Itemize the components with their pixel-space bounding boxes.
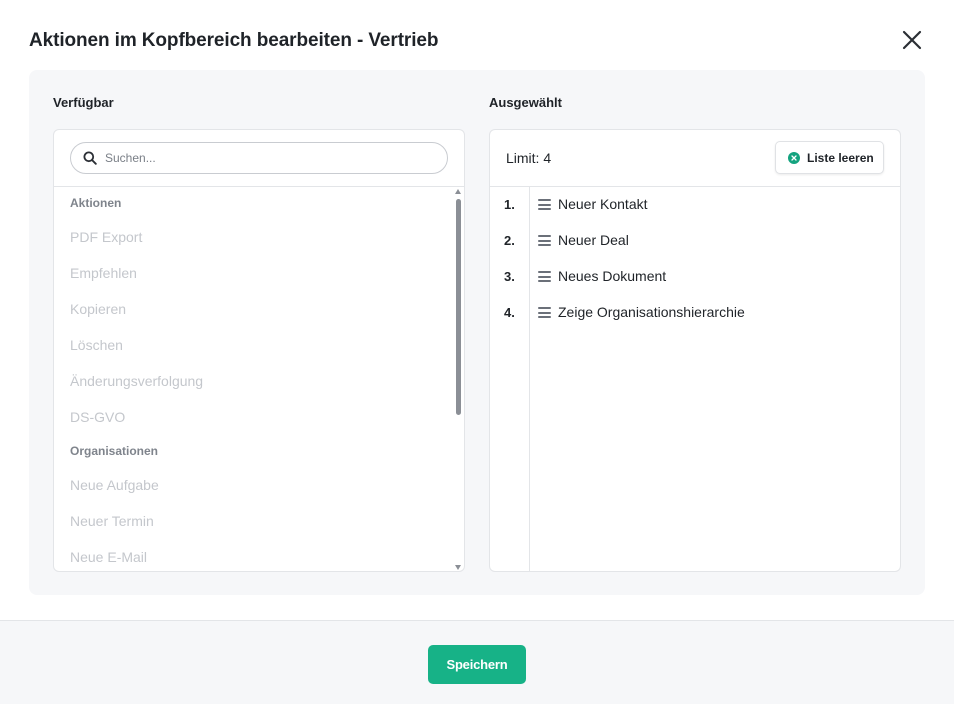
drag-handle-icon[interactable] bbox=[538, 235, 551, 246]
clear-list-button[interactable]: Liste leeren bbox=[775, 141, 884, 174]
search-input[interactable] bbox=[105, 151, 425, 165]
available-item-neuer-termin[interactable]: Neuer Termin bbox=[54, 503, 452, 539]
limit-text: Limit: 4 bbox=[506, 150, 552, 166]
selected-item[interactable]: 3. Neues Dokument bbox=[490, 259, 900, 295]
available-list: Aktionen PDF Export Empfehlen Kopieren L… bbox=[54, 187, 452, 571]
group-header-organisationen: Organisationen bbox=[70, 444, 159, 458]
dialog: Aktionen im Kopfbereich bearbeiten - Ver… bbox=[0, 0, 954, 704]
dialog-footer: Speichern bbox=[0, 620, 954, 704]
clear-icon bbox=[788, 151, 800, 164]
scrollbar-thumb[interactable] bbox=[456, 199, 461, 415]
clear-list-label: Liste leeren bbox=[807, 150, 874, 165]
selected-item-number: 4. bbox=[504, 305, 515, 320]
selected-item[interactable]: 1. Neuer Kontakt bbox=[490, 187, 900, 223]
selected-panel: Limit: 4 Liste leeren 1. Neuer Kontakt 2… bbox=[489, 129, 901, 572]
selected-label: Ausgewählt bbox=[489, 95, 562, 110]
search-icon bbox=[83, 151, 97, 165]
selected-item[interactable]: 4. Zeige Organisationshierarchie bbox=[490, 295, 900, 331]
selected-item-label: Neuer Kontakt bbox=[558, 196, 648, 212]
available-item-ds-gvo[interactable]: DS-GVO bbox=[54, 399, 452, 435]
selected-item-number: 2. bbox=[504, 233, 515, 248]
available-item-kopieren[interactable]: Kopieren bbox=[54, 291, 452, 327]
available-item-neue-aufgabe[interactable]: Neue Aufgabe bbox=[54, 467, 452, 503]
dialog-title: Aktionen im Kopfbereich bearbeiten - Ver… bbox=[29, 30, 439, 51]
available-item-pdf-export[interactable]: PDF Export bbox=[54, 219, 452, 255]
drag-handle-icon[interactable] bbox=[538, 199, 551, 210]
available-item-loeschen[interactable]: Löschen bbox=[54, 327, 452, 363]
search-field[interactable] bbox=[70, 142, 448, 174]
selected-item-label: Neuer Deal bbox=[558, 232, 629, 248]
selected-item-label: Neues Dokument bbox=[558, 268, 667, 284]
drag-handle-icon[interactable] bbox=[538, 307, 551, 318]
selected-item-number: 1. bbox=[504, 197, 515, 212]
available-item-neue-email[interactable]: Neue E-Mail bbox=[54, 539, 452, 571]
close-button[interactable] bbox=[898, 26, 926, 54]
scrollbar[interactable] bbox=[453, 187, 464, 571]
content-area: Verfügbar Ausgewählt Aktionen PDF Export… bbox=[29, 70, 925, 595]
selected-list: 1. Neuer Kontakt 2. Neuer Deal 3. Neues … bbox=[490, 187, 900, 331]
scroll-down-arrow-icon[interactable] bbox=[455, 565, 461, 570]
selected-item[interactable]: 2. Neuer Deal bbox=[490, 223, 900, 259]
drag-handle-icon[interactable] bbox=[538, 271, 551, 282]
available-panel: Aktionen PDF Export Empfehlen Kopieren L… bbox=[53, 129, 465, 572]
available-item-aenderungsverfolgung[interactable]: Änderungsverfolgung bbox=[54, 363, 452, 399]
scroll-up-arrow-icon[interactable] bbox=[455, 189, 461, 194]
selected-item-number: 3. bbox=[504, 269, 515, 284]
available-label: Verfügbar bbox=[53, 95, 114, 110]
close-icon bbox=[902, 30, 922, 50]
group-header-aktionen: Aktionen bbox=[70, 196, 122, 210]
available-item-empfehlen[interactable]: Empfehlen bbox=[54, 255, 452, 291]
selected-item-label: Zeige Organisationshierarchie bbox=[558, 304, 745, 320]
save-button[interactable]: Speichern bbox=[428, 645, 526, 684]
